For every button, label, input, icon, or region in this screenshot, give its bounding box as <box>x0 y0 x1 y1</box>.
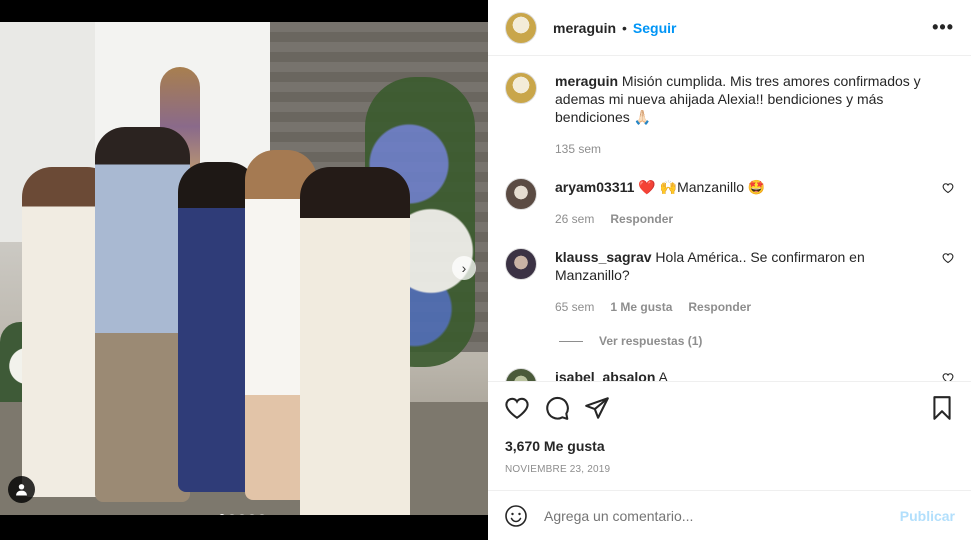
commenter-avatar[interactable] <box>505 248 537 280</box>
comment-username[interactable]: aryam03311 <box>555 179 634 195</box>
comment-username[interactable]: klauss_sagrav <box>555 249 652 265</box>
photo-person <box>300 167 410 515</box>
user-tag-icon <box>16 484 27 496</box>
reply-button[interactable]: Responder <box>610 210 673 228</box>
post-actions-section: 3,670 Me gusta NOVIEMBRE 23, 2019 <box>488 381 971 475</box>
action-bar <box>488 382 971 434</box>
comment-likes-count[interactable]: 1 Me gusta <box>610 298 672 316</box>
emoji-icon[interactable] <box>504 504 528 528</box>
commenter-avatar[interactable] <box>505 368 537 381</box>
comment-like-heart-icon[interactable] <box>942 372 954 381</box>
post-date[interactable]: NOVIEMBRE 23, 2019 <box>488 464 971 475</box>
author-avatar[interactable] <box>505 72 537 104</box>
commenter-avatar[interactable] <box>505 178 537 210</box>
post-details-panel: meraguin • Seguir ••• meraguin Misión cu… <box>488 0 971 540</box>
author-avatar[interactable] <box>505 11 537 44</box>
publish-button[interactable]: Publicar <box>900 508 955 524</box>
comment-time[interactable]: 26 sem <box>555 210 594 228</box>
post-header: meraguin • Seguir ••• <box>488 0 971 56</box>
comment-like-heart-icon[interactable] <box>942 182 954 194</box>
comment-body: isabel_absalon A <box>555 368 927 381</box>
comment-input[interactable] <box>544 507 900 524</box>
replies-line <box>559 340 583 342</box>
comment-body: klauss_sagrav Hola América.. Se confirma… <box>555 248 927 316</box>
chevron-right-icon: › <box>461 260 467 276</box>
reply-button[interactable]: Responder <box>688 298 751 316</box>
carousel-dot <box>229 514 235 515</box>
add-comment-bar: Publicar <box>488 490 971 540</box>
caption-meta: 135 sem <box>555 140 927 158</box>
tagged-users-button[interactable] <box>8 476 35 503</box>
comment-text: ❤️ 🙌Manzanillo 🤩 <box>638 179 766 195</box>
bookmark-icon[interactable] <box>929 395 955 421</box>
separator-dot: • <box>622 19 627 36</box>
share-icon[interactable] <box>584 395 610 421</box>
comment-like-heart-icon[interactable] <box>942 252 954 264</box>
comment-icon[interactable] <box>544 395 570 421</box>
comments-section[interactable]: meraguin Misión cumplida. Mis tres amore… <box>488 56 971 381</box>
post-photo[interactable] <box>0 22 488 515</box>
heart-icon[interactable] <box>504 395 530 421</box>
carousel-next-button[interactable]: › <box>452 256 476 280</box>
view-replies-button[interactable]: Ver respuestas (1) <box>559 334 954 348</box>
comment-text: A <box>658 369 668 381</box>
caption-time[interactable]: 135 sem <box>555 140 601 158</box>
comment-row: klauss_sagrav Hola América.. Se confirma… <box>505 248 954 316</box>
comment-username[interactable]: isabel_absalon <box>555 369 655 381</box>
comment-body: aryam03311 ❤️ 🙌Manzanillo 🤩 26 sem Respo… <box>555 178 927 228</box>
comment-time[interactable]: 65 sem <box>555 298 594 316</box>
carousel-dot <box>239 514 245 515</box>
carousel-dots <box>219 514 265 515</box>
comment-row: isabel_absalon A <box>505 368 954 381</box>
photo-person <box>95 127 190 502</box>
carousel-dot <box>249 514 255 515</box>
follow-button[interactable]: Seguir <box>633 20 677 36</box>
carousel-dot <box>259 514 265 515</box>
carousel-dot <box>219 514 225 515</box>
comment-row: aryam03311 ❤️ 🙌Manzanillo 🤩 26 sem Respo… <box>505 178 954 228</box>
view-replies-label: Ver respuestas (1) <box>599 334 703 348</box>
comment-meta: 26 sem Responder <box>555 210 927 228</box>
more-options-icon[interactable]: ••• <box>932 17 954 38</box>
caption-body: meraguin Misión cumplida. Mis tres amore… <box>555 72 927 158</box>
likes-count[interactable]: 3,670 Me gusta <box>488 438 971 454</box>
author-username[interactable]: meraguin <box>553 20 616 36</box>
caption-username[interactable]: meraguin <box>555 73 618 89</box>
photo-pane: › <box>0 0 488 540</box>
caption-row: meraguin Misión cumplida. Mis tres amore… <box>505 72 954 158</box>
comment-meta: 65 sem 1 Me gusta Responder <box>555 298 927 316</box>
